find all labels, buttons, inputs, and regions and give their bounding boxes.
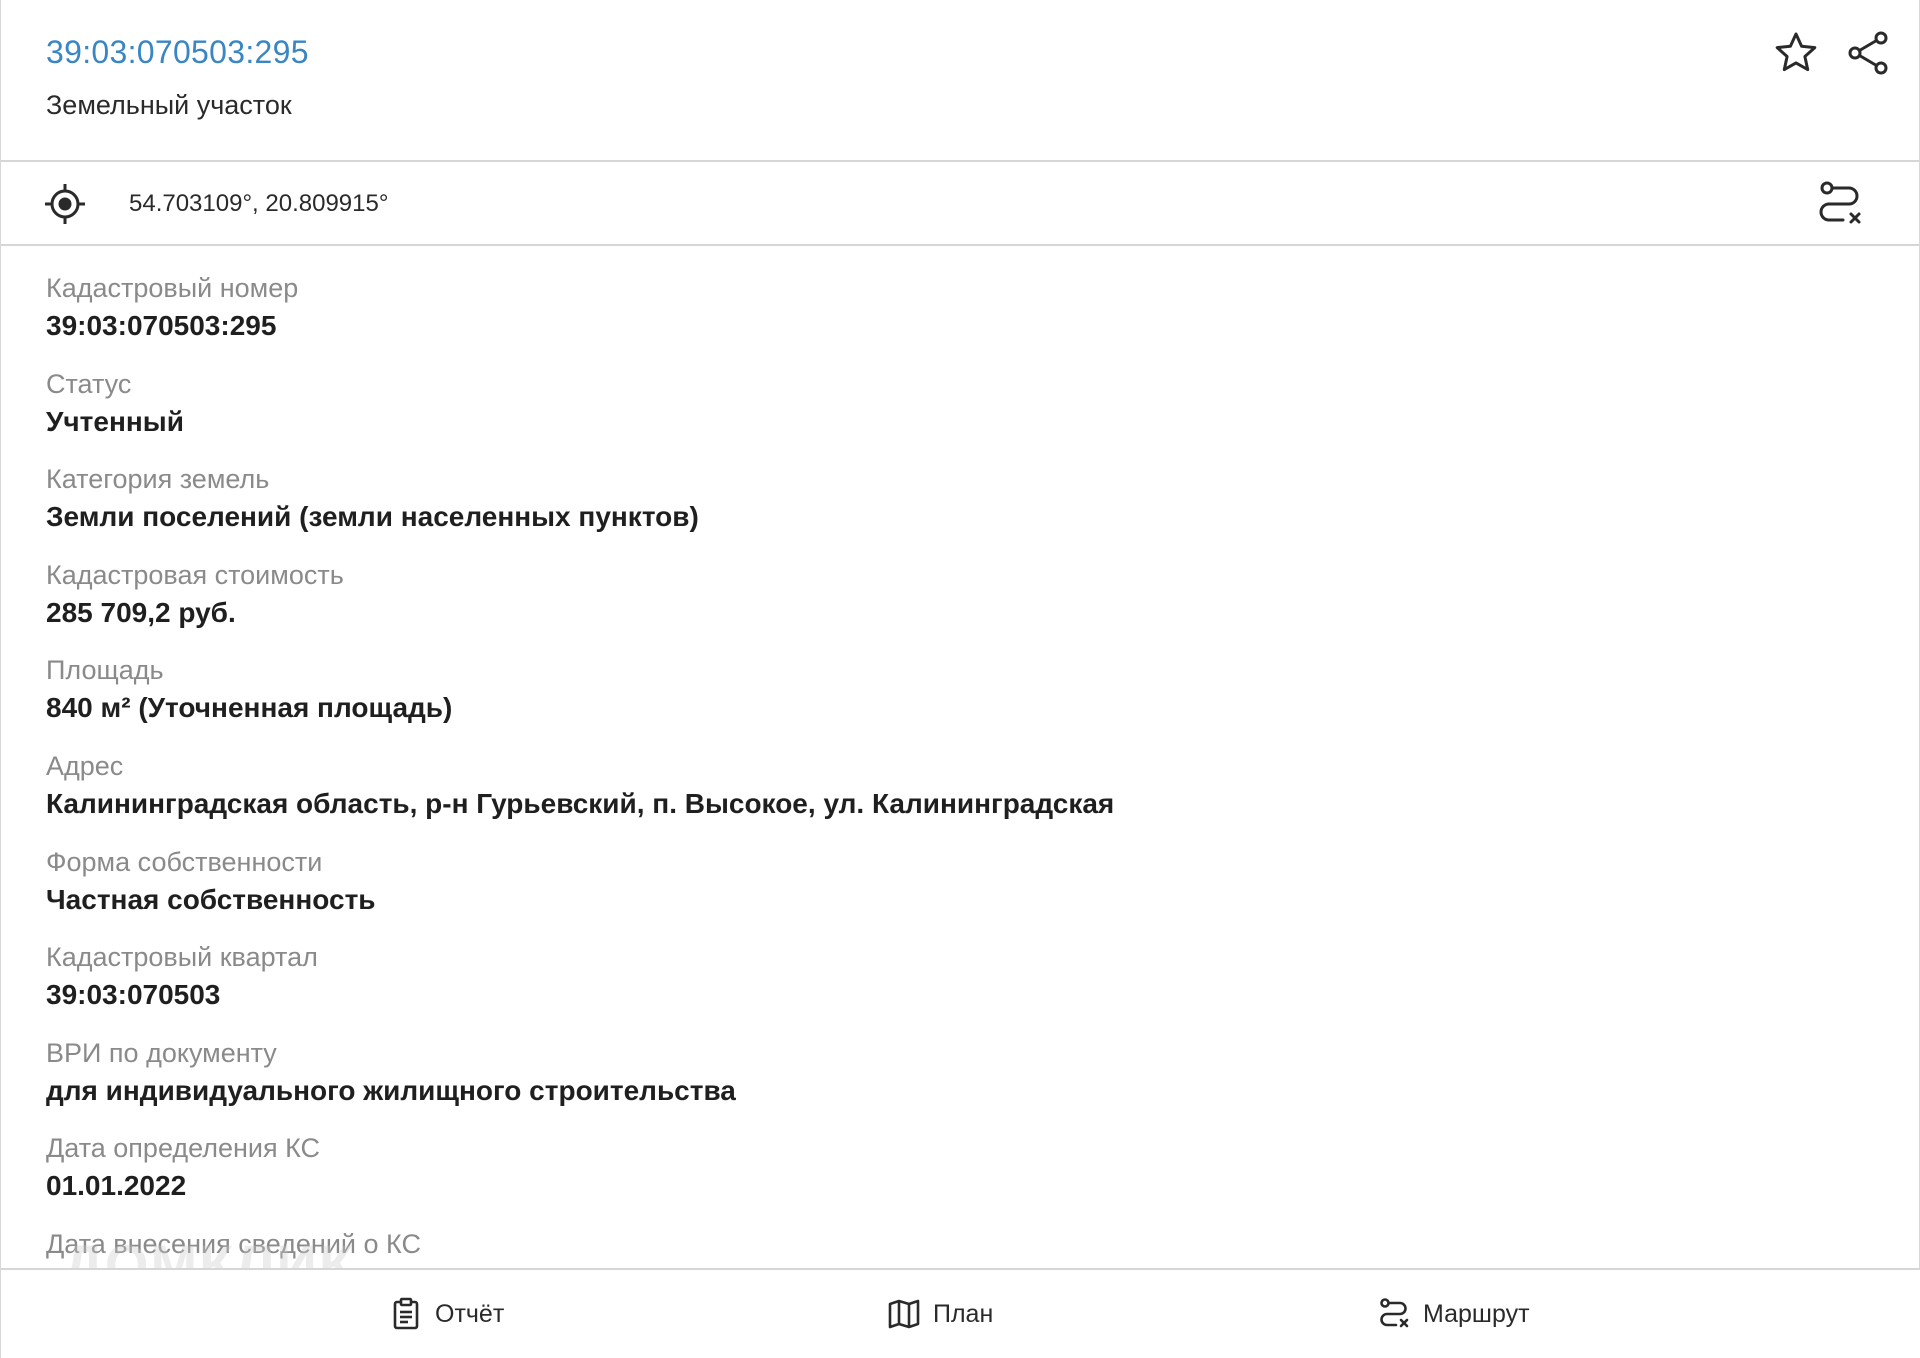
property-list: Кадастровый номер 39:03:070503:295 Стату… [46,270,1846,1266]
route-icon[interactable] [1813,178,1865,230]
property-label: Кадастровая стоимость [46,559,344,590]
card-header: 39:03:070503:295 Земельный участок [1,0,1920,162]
property-label: Дата определения КС [46,1133,321,1164]
property-label: Дата внесения сведений о КС [46,1228,421,1259]
property-value: Калининградская область, р-н Гурьевский,… [46,787,1115,819]
route-icon [1380,1298,1409,1328]
crosshair-icon[interactable] [43,182,87,226]
clipboard-icon [393,1297,419,1330]
property-label: Площадь [46,655,164,686]
property-value: 39:03:070503:295 [46,310,277,341]
object-type: Земельный участок [46,90,292,120]
property-status: Статус Учтенный [46,366,1846,462]
property-cadastral-cost: Кадастровая стоимость 285 709,2 руб. [46,557,1846,653]
tab-route[interactable]: Маршрут [1377,1292,1530,1336]
coordinates-row: 54.703109°, 20.809915° [1,164,1920,246]
tab-plan-label: План [933,1299,994,1328]
property-value: 285 709,2 руб. [46,596,236,628]
property-label: Кадастровый квартал [46,942,318,973]
property-label: Категория земель [46,464,270,495]
property-value: 01.01.2022 [46,1170,187,1202]
share-icon[interactable] [1843,28,1893,78]
property-label: ВРИ по документу [46,1037,277,1068]
property-label: Кадастровый номер [46,273,299,303]
property-ownership-form: Форма собственности Частная собственност… [46,844,1846,940]
star-icon[interactable] [1771,28,1821,78]
tab-report[interactable]: Отчёт [389,1292,504,1336]
property-cost-entry-date: Дата внесения сведений о КС [46,1226,1846,1266]
property-value: для индивидуального жилищного строительс… [46,1074,736,1106]
property-permitted-use: ВРИ по документу для индивидуального жил… [46,1035,1846,1131]
property-label: Форма собственности [46,846,323,877]
property-address: Адрес Калининградская область, р-н Гурье… [46,748,1846,844]
bottom-tab-bar: Отчёт План Маршрут [1,1268,1920,1358]
property-label: Статус [46,368,132,399]
property-value: 840 м² (Уточненная площадь) [46,692,453,724]
tab-report-label: Отчёт [435,1299,505,1328]
property-value: Частная собственность [46,883,376,915]
tab-route-label: Маршрут [1423,1299,1530,1328]
property-cadastral-quarter: Кадастровый квартал 39:03:070503 [46,939,1846,1035]
property-value: Учтенный [46,405,184,437]
property-area: Площадь 840 м² (Уточненная площадь) [46,652,1846,748]
property-cadastral-number: Кадастровый номер 39:03:070503:295 [46,270,1846,366]
tab-plan[interactable]: План [887,1292,993,1336]
property-cost-date: Дата определения КС 01.01.2022 [46,1130,1846,1226]
property-value: 39:03:070503 [46,979,221,1011]
object-card: 39:03:070503:295 Земельный участок 54.70… [0,0,1920,1358]
map-icon [888,1299,920,1329]
property-label: Адрес [46,750,124,781]
property-land-category: Категория земель Земли поселений (земли … [46,461,1846,557]
coordinates-value[interactable]: 54.703109°, 20.809915° [129,190,388,218]
property-value: Земли поселений (земли населенных пункто… [46,501,699,533]
cadastral-number-link[interactable]: 39:03:070503:295 [46,34,309,71]
